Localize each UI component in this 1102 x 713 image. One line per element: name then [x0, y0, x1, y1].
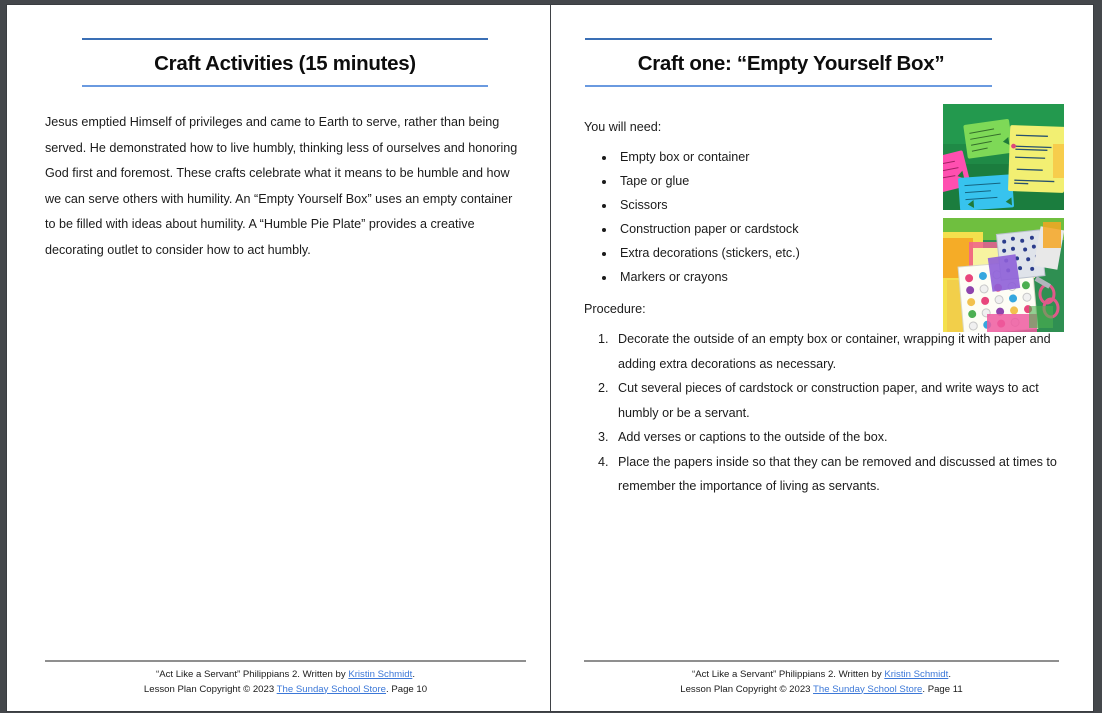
page-left: Craft Activities (15 minutes) Jesus empt… [7, 5, 550, 711]
author-link[interactable]: Kristin Schmidt [884, 669, 948, 680]
list-item: Place the papers inside so that they can… [612, 450, 1082, 499]
footer-line-1: “Act Like a Servant” Philippians 2. Writ… [584, 668, 1059, 683]
list-item: Scissors [616, 193, 946, 217]
list-item: Extra decorations (stickers, etc.) [616, 241, 946, 265]
store-link[interactable]: The Sunday School Store [277, 684, 386, 695]
list-item: Add verses or captions to the outside of… [612, 425, 1082, 450]
footer-line1-suffix: . [948, 669, 951, 680]
footer-page-number: . Page 10 [386, 683, 428, 695]
title-rule-top [585, 38, 992, 40]
footer-copyright-text: Lesson Plan Copyright © 2023 [680, 683, 814, 695]
photo-craft-supplies [943, 218, 1064, 332]
footer-line1-suffix: . [412, 669, 415, 680]
footer-copyright-text: Lesson Plan Copyright © 2023 [143, 683, 277, 695]
intro-paragraph: Jesus emptied Himself of privileges and … [45, 115, 518, 257]
title-rule-bottom [82, 85, 488, 87]
footer-line-2: Lesson Plan Copyright © 2023 The Sunday … [584, 683, 1059, 698]
footer-rule [584, 660, 1059, 662]
procedure-list: Decorate the outside of an empty box or … [584, 327, 1082, 499]
footer-line-2: Lesson Plan Copyright © 2023 The Sunday … [45, 683, 526, 698]
photo-1-graphic [943, 104, 1064, 210]
list-item: Empty box or container [616, 145, 946, 169]
page-right: Craft one: “Empty Yourself Box” You will… [550, 5, 1093, 711]
footer-title-text: “Act Like a Servant” Philippians 2. Writ… [692, 669, 885, 680]
page-title: Craft one: “Empty Yourself Box” [637, 52, 945, 75]
photo-empty-yourself-box-cards [943, 104, 1064, 210]
title-rule-top [82, 38, 488, 40]
footer-rule [45, 660, 526, 662]
list-item: Decorate the outside of an empty box or … [612, 327, 1082, 376]
materials-list: Empty box or container Tape or glue Scis… [584, 145, 946, 289]
footer: “Act Like a Servant” Philippians 2. Writ… [584, 668, 1059, 697]
list-item: Construction paper or cardstock [616, 217, 946, 241]
document-spread: Craft Activities (15 minutes) Jesus empt… [7, 5, 1093, 711]
author-link[interactable]: Kristin Schmidt [348, 669, 412, 680]
store-link[interactable]: The Sunday School Store [813, 684, 922, 695]
photo-2-graphic [943, 218, 1064, 332]
list-item: Cut several pieces of cardstock or const… [612, 376, 1082, 425]
footer-title-text: “Act Like a Servant” Philippians 2. Writ… [156, 669, 349, 680]
procedure-label: Procedure: [584, 302, 646, 316]
footer-line-1: “Act Like a Servant” Philippians 2. Writ… [45, 668, 526, 683]
footer-page-number: . Page 11 [922, 683, 963, 695]
footer: “Act Like a Servant” Philippians 2. Writ… [45, 668, 526, 697]
list-item: Markers or crayons [616, 265, 946, 289]
list-item: Tape or glue [616, 169, 946, 193]
title-rule-bottom [585, 85, 992, 87]
page-title: Craft Activities (15 minutes) [154, 52, 416, 75]
materials-label: You will need: [584, 120, 662, 134]
